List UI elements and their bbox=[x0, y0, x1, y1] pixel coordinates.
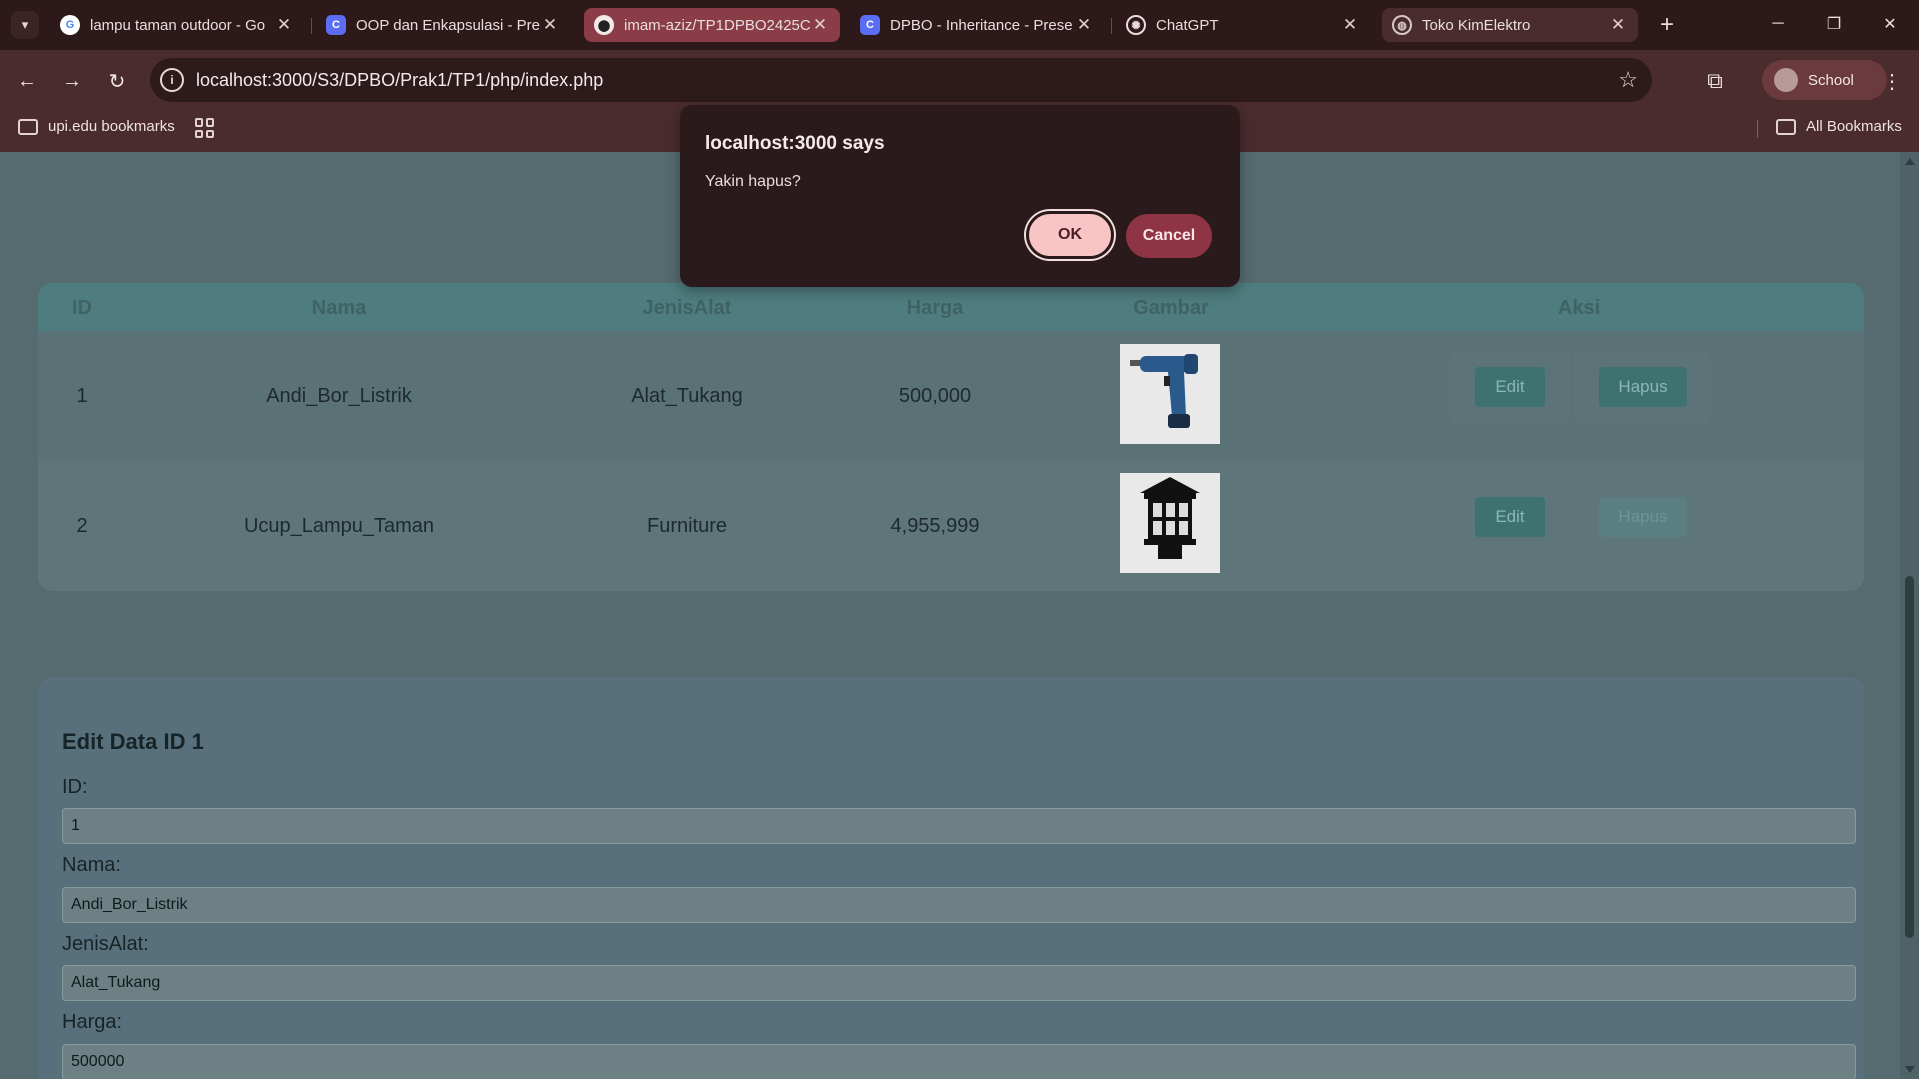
close-window-icon[interactable]: ✕ bbox=[1870, 8, 1910, 40]
globe-icon: ◍ bbox=[1392, 15, 1412, 35]
jenis-label: JenisAlat: bbox=[62, 933, 149, 955]
close-icon[interactable]: ✕ bbox=[540, 15, 560, 35]
profile-label: School bbox=[1808, 71, 1854, 89]
slides-icon: C bbox=[326, 15, 346, 35]
tab-title: Toko KimElektro bbox=[1422, 16, 1531, 34]
scroll-down-icon[interactable] bbox=[1905, 1066, 1915, 1073]
harga-label: Harga: bbox=[62, 1011, 123, 1033]
tab-google-search[interactable]: G lampu taman outdoor - Go ✕ bbox=[50, 8, 304, 42]
column-header-aksi: Aksi bbox=[1557, 297, 1601, 319]
cancel-button[interactable]: Cancel bbox=[1126, 214, 1212, 258]
form-title: Edit Data ID 1 bbox=[62, 729, 204, 754]
column-header-nama: Nama bbox=[311, 297, 367, 319]
table-header: ID Nama JenisAlat Harga Gambar Aksi bbox=[38, 283, 1864, 331]
cell-jenis: Alat_Tukang bbox=[631, 385, 743, 407]
delete-button[interactable]: Hapus bbox=[1599, 497, 1687, 537]
reload-icon[interactable]: ↻ bbox=[101, 65, 133, 97]
tab-github[interactable]: ⬤ imam-aziz/TP1DPBO2425C ✕ bbox=[584, 8, 840, 42]
menu-icon[interactable]: ⋮ bbox=[1880, 66, 1904, 96]
nama-field[interactable] bbox=[62, 887, 1856, 923]
bookmark-star-icon[interactable]: ☆ bbox=[1618, 67, 1638, 93]
apps-grid-icon[interactable] bbox=[195, 118, 215, 138]
cell-id: 1 bbox=[76, 385, 88, 407]
tab-title: DPBO - Inheritance - Prese bbox=[890, 16, 1073, 34]
nama-label: Nama: bbox=[62, 854, 121, 876]
google-icon: G bbox=[60, 15, 80, 35]
restore-icon[interactable]: ❐ bbox=[1814, 8, 1854, 40]
new-tab-button[interactable]: + bbox=[1652, 10, 1682, 40]
table-row: 2 Ucup_Lampu_Taman Furniture 4,955,999 E… bbox=[38, 461, 1864, 591]
tab-chatgpt[interactable]: ✺ ChatGPT ✕ bbox=[1116, 8, 1370, 42]
tab-title: OOP dan Enkapsulasi - Pre bbox=[356, 16, 540, 34]
tab-toko-kimelektro[interactable]: ◍ Toko KimElektro ✕ bbox=[1382, 8, 1638, 42]
tab-separator bbox=[1111, 18, 1112, 34]
tab-separator bbox=[311, 18, 312, 34]
address-text[interactable]: localhost:3000/S3/DPBO/Prak1/TP1/php/ind… bbox=[196, 70, 603, 91]
cell-nama: Andi_Bor_Listrik bbox=[266, 385, 412, 407]
profile-button[interactable]: School bbox=[1762, 60, 1887, 100]
address-bar[interactable]: i localhost:3000/S3/DPBO/Prak1/TP1/php/i… bbox=[150, 58, 1652, 102]
edit-form: Edit Data ID 1 ID: Nama: JenisAlat: Harg… bbox=[38, 677, 1864, 1079]
slides-icon: C bbox=[860, 15, 880, 35]
cell-id: 2 bbox=[76, 515, 88, 537]
all-bookmarks-label: All Bookmarks bbox=[1806, 118, 1902, 135]
column-header-harga: Harga bbox=[906, 297, 964, 319]
close-icon[interactable]: ✕ bbox=[1340, 15, 1360, 35]
tab-title: ChatGPT bbox=[1156, 16, 1219, 34]
cell-jenis: Furniture bbox=[646, 515, 728, 537]
bookmark-folder-upi[interactable]: upi.edu bookmarks bbox=[18, 118, 175, 135]
github-icon: ⬤ bbox=[594, 15, 614, 35]
table-row: 1 Andi_Bor_Listrik Alat_Tukang 500,000 E… bbox=[38, 331, 1864, 461]
folder-icon bbox=[1776, 118, 1796, 135]
scroll-thumb[interactable] bbox=[1905, 576, 1914, 938]
all-bookmarks-button[interactable]: All Bookmarks bbox=[1776, 118, 1902, 135]
tab-title: lampu taman outdoor - Go bbox=[90, 16, 266, 34]
delete-button[interactable]: Hapus bbox=[1599, 367, 1687, 407]
folder-icon bbox=[18, 118, 38, 135]
column-header-gambar: Gambar bbox=[1133, 297, 1209, 319]
minimize-icon[interactable]: ─ bbox=[1758, 8, 1798, 40]
site-info-icon[interactable]: i bbox=[160, 68, 184, 92]
forward-icon[interactable]: → bbox=[56, 65, 88, 97]
close-icon[interactable]: ✕ bbox=[274, 15, 294, 35]
extensions-icon[interactable]: ⧉ bbox=[1700, 66, 1730, 96]
close-icon[interactable]: ✕ bbox=[1074, 15, 1094, 35]
tab-search-button[interactable]: ▾ bbox=[11, 11, 39, 39]
tab-title: imam-aziz/TP1DPBO2425C bbox=[624, 16, 810, 34]
bookmark-label: upi.edu bookmarks bbox=[48, 118, 175, 135]
drill-image bbox=[1120, 344, 1220, 444]
scroll-up-icon[interactable] bbox=[1905, 158, 1915, 165]
id-field[interactable] bbox=[62, 808, 1856, 844]
avatar bbox=[1774, 68, 1798, 92]
tab-strip: ▾ G lampu taman outdoor - Go ✕ C OOP dan… bbox=[0, 0, 1919, 50]
id-label: ID: bbox=[62, 776, 88, 798]
edit-button[interactable]: Edit bbox=[1475, 367, 1545, 407]
cell-harga: 500,000 bbox=[898, 385, 972, 407]
page-content: ID Nama JenisAlat Harga Gambar Aksi 1 An… bbox=[0, 152, 1900, 1079]
dialog-title: localhost:3000 says bbox=[705, 133, 885, 154]
close-icon[interactable]: ✕ bbox=[1608, 15, 1628, 35]
garden-lamp-image bbox=[1120, 473, 1220, 573]
bookmarks-divider bbox=[1757, 120, 1758, 138]
column-header-id: ID bbox=[72, 297, 92, 319]
cell-harga: 4,955,999 bbox=[890, 515, 980, 537]
chatgpt-icon: ✺ bbox=[1126, 15, 1146, 35]
cell-nama: Ucup_Lampu_Taman bbox=[243, 515, 435, 537]
tab-inheritance-slides[interactable]: C DPBO - Inheritance - Prese ✕ bbox=[850, 8, 1104, 42]
ok-button[interactable]: OK bbox=[1026, 211, 1114, 259]
jenis-field[interactable] bbox=[62, 965, 1856, 1001]
harga-field[interactable] bbox=[62, 1044, 1856, 1079]
confirm-dialog: localhost:3000 says Yakin hapus? OK Canc… bbox=[680, 105, 1240, 287]
tab-oop-slides[interactable]: C OOP dan Enkapsulasi - Pre ✕ bbox=[316, 8, 570, 42]
edit-button[interactable]: Edit bbox=[1475, 497, 1545, 537]
column-header-jenis: JenisAlat bbox=[642, 297, 732, 319]
close-icon[interactable]: ✕ bbox=[810, 15, 830, 35]
products-table: ID Nama JenisAlat Harga Gambar Aksi 1 An… bbox=[38, 283, 1864, 591]
back-icon[interactable]: ← bbox=[11, 65, 43, 97]
dialog-message: Yakin hapus? bbox=[705, 173, 801, 190]
page-scrollbar[interactable] bbox=[1900, 152, 1919, 1079]
